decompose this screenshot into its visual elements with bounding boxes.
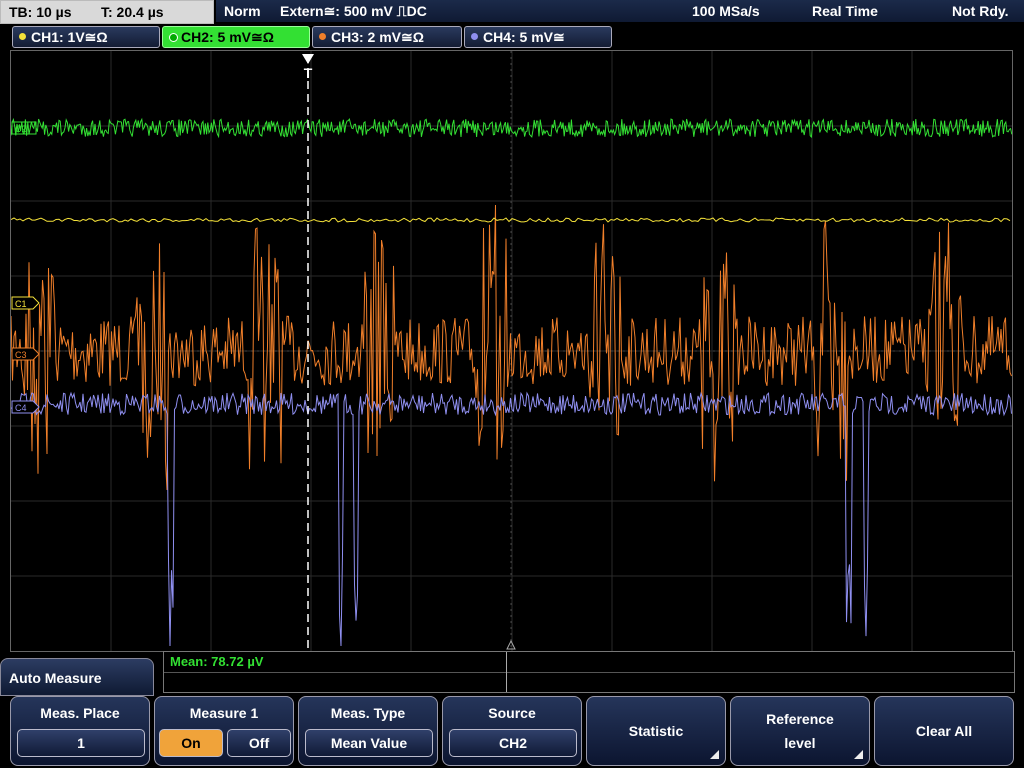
- trigger-marker[interactable]: T: [302, 54, 314, 651]
- reference-level-softkey[interactable]: Reference level: [730, 696, 870, 766]
- meas-type-softkey[interactable]: Meas. Type Mean Value: [298, 696, 438, 766]
- ch2-trace: [11, 117, 1012, 139]
- measurement-divider: [164, 672, 1014, 673]
- tab-ch3[interactable]: CH3: 2 mV≅Ω: [312, 26, 462, 48]
- acquisition-strip[interactable]: Norm Extern≅: 500 mV ⎍DC 100 MSa/s Real …: [216, 0, 1024, 22]
- trigger-mode: Norm: [224, 3, 261, 19]
- ch1-trace: [11, 217, 1011, 223]
- ch4-dot-icon: [471, 33, 478, 40]
- timebase-readout: TB: 10 µs: [9, 4, 72, 20]
- measure1-label: Measure 1: [189, 705, 259, 721]
- measure1-on-toggle[interactable]: On: [159, 729, 223, 757]
- waveform-display[interactable]: T C2 C1 C3 C4: [10, 50, 1013, 652]
- submenu-corner-icon: [710, 750, 719, 759]
- tab-ch2[interactable]: CH2: 5 mV≅Ω: [162, 26, 310, 48]
- channel-bar: CH1: 1V≅Ω CH2: 5 mV≅Ω CH3: 2 mV≅Ω CH4: 5…: [0, 24, 1024, 48]
- clear-all-label: Clear All: [915, 723, 973, 739]
- ch2-marker-label: C2: [15, 124, 27, 134]
- submenu-corner-icon: [854, 750, 863, 759]
- ch1-dot-icon: [19, 33, 26, 40]
- ch4-label: CH4: 5 mV≅: [483, 29, 565, 45]
- status-bar: TB: 10 µs T: 20.4 µs Norm Extern≅: 500 m…: [0, 0, 1024, 24]
- source-label: Source: [488, 705, 536, 721]
- reference-label-line1: Reference: [766, 711, 834, 727]
- ch4-marker-label: C4: [15, 403, 27, 413]
- measure1-off-toggle[interactable]: Off: [227, 729, 291, 757]
- ch3-label: CH3: 2 mV≅Ω: [331, 29, 424, 45]
- ready-state: Not Rdy.: [952, 3, 1009, 19]
- tab-ch4[interactable]: CH4: 5 mV≅: [464, 26, 612, 48]
- ch3-marker-label: C3: [15, 350, 27, 360]
- trigger-time-readout: T: 20.4 µs: [101, 4, 164, 20]
- trigger-label: T: [304, 65, 313, 81]
- reference-label-line2: level: [784, 735, 816, 751]
- tab-ch1[interactable]: CH1: 1V≅Ω: [12, 26, 160, 48]
- statistic-softkey[interactable]: Statistic: [586, 696, 726, 766]
- ch1-marker-label: C1: [15, 299, 27, 309]
- menu-title-label: Auto Measure: [9, 670, 102, 686]
- timebase-box[interactable]: TB: 10 µs T: 20.4 µs: [0, 0, 214, 24]
- meas-place-softkey[interactable]: Meas. Place 1: [10, 696, 150, 766]
- waveform-svg: T C2 C1 C3 C4: [11, 51, 1012, 651]
- statistic-label: Statistic: [628, 723, 684, 739]
- measurement-readout: Mean: 78.72 µV: [170, 654, 264, 669]
- clear-all-softkey[interactable]: Clear All: [874, 696, 1014, 766]
- ch3-marker[interactable]: C3: [11, 347, 40, 361]
- source-softkey[interactable]: Source CH2: [442, 696, 582, 766]
- sample-rate: 100 MSa/s: [692, 3, 760, 19]
- meas-place-value[interactable]: 1: [17, 729, 145, 757]
- measurement-panel[interactable]: Mean: 78.72 µV: [163, 651, 1015, 693]
- source-value[interactable]: CH2: [449, 729, 577, 757]
- ch2-dot-icon: [169, 33, 178, 42]
- ch4-marker[interactable]: C4: [11, 400, 40, 414]
- meas-place-label: Meas. Place: [40, 705, 120, 721]
- meas-type-label: Meas. Type: [330, 705, 406, 721]
- ch2-label: CH2: 5 mV≅Ω: [181, 29, 274, 45]
- ch1-marker[interactable]: C1: [11, 296, 40, 310]
- measurement-center-line: [506, 652, 507, 692]
- menu-title[interactable]: Auto Measure: [0, 658, 154, 696]
- acquisition-mode: Real Time: [812, 3, 878, 19]
- ch1-label: CH1: 1V≅Ω: [31, 29, 108, 45]
- meas-type-value[interactable]: Mean Value: [305, 729, 433, 757]
- trigger-source: Extern≅: 500 mV ⎍DC: [280, 3, 427, 19]
- ch3-dot-icon: [319, 33, 326, 40]
- measure1-softkey[interactable]: Measure 1 On Off: [154, 696, 294, 766]
